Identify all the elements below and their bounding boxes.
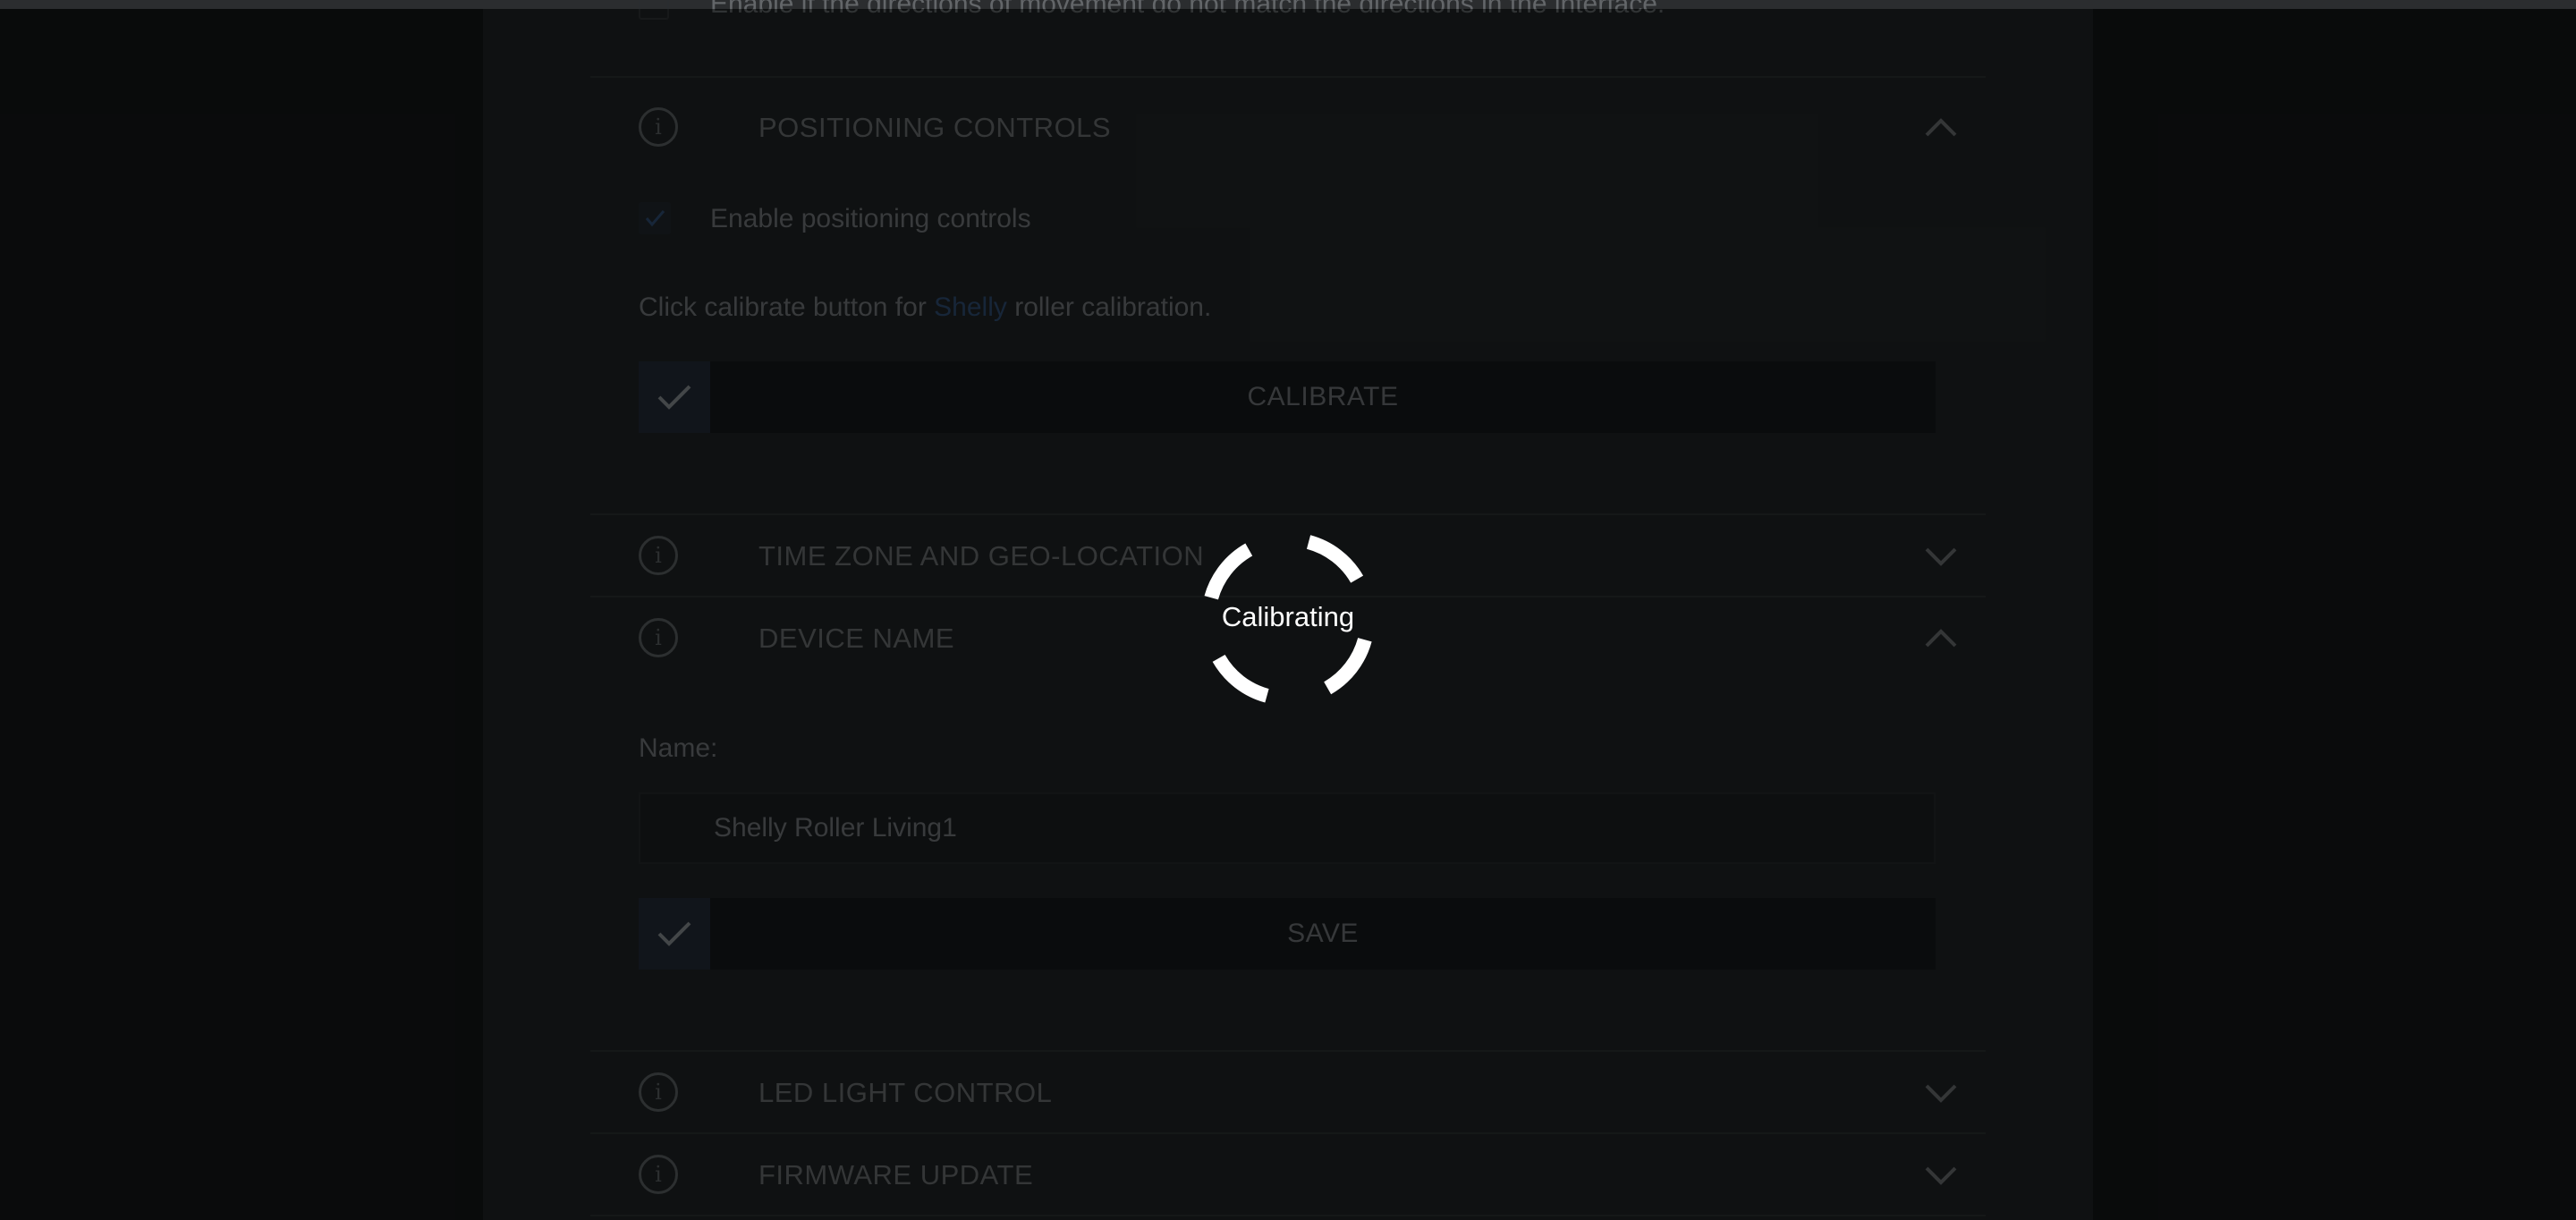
section-title: DEVICE NAME [758, 623, 955, 654]
section-title: FIRMWARE UPDATE [758, 1159, 1034, 1190]
chevron-up-icon[interactable] [1923, 114, 1959, 140]
info-circle-icon[interactable]: i [639, 107, 678, 147]
enable-positioning-checkbox[interactable] [639, 202, 671, 234]
section-header-led-light-control[interactable]: i LED LIGHT CONTROL [590, 1052, 1986, 1132]
section-title: POSITIONING CONTROLS [758, 112, 1112, 143]
shelly-link[interactable]: Shelly [934, 292, 1007, 322]
section-title: TIME ZONE AND GEO-LOCATION [758, 540, 1205, 572]
save-check-box [639, 898, 710, 970]
calibrate-button-label: CALIBRATE [1247, 382, 1399, 411]
checkmark-icon [645, 210, 665, 227]
divider [590, 76, 1986, 78]
info-circle-icon[interactable]: i [639, 618, 678, 657]
save-button[interactable]: SAVE [639, 898, 1936, 970]
chevron-down-icon[interactable] [1923, 542, 1959, 569]
device-name-input[interactable] [639, 792, 1936, 864]
section-header-positioning-controls[interactable]: i POSITIONING CONTROLS [590, 87, 1986, 167]
section-header-firmware-update[interactable]: i FIRMWARE UPDATE [590, 1134, 1986, 1215]
calibrate-check-box [639, 361, 710, 433]
reverse-directions-row: Enable if the directions of movement do … [590, 0, 1986, 34]
divider [590, 1215, 1986, 1216]
info-circle-icon[interactable]: i [639, 1072, 678, 1112]
info-circle-icon[interactable]: i [639, 1155, 678, 1194]
enable-positioning-label: Enable positioning controls [710, 204, 1031, 233]
name-label: Name: [639, 733, 718, 763]
chevron-up-icon[interactable] [1923, 624, 1959, 651]
checkmark-icon [657, 921, 691, 946]
calibrate-text-before: Click calibrate button for [639, 292, 927, 322]
save-button-label: SAVE [1287, 919, 1359, 948]
reverse-directions-checkbox[interactable] [639, 0, 669, 20]
chevron-down-icon[interactable] [1923, 1079, 1959, 1106]
calibrate-instruction: Click calibrate button for Shelly roller… [639, 292, 1211, 323]
info-circle-icon[interactable]: i [639, 536, 678, 575]
calibrate-text-after: roller calibration. [1014, 292, 1212, 322]
calibrating-spinner: Calibrating [1199, 530, 1377, 708]
reverse-directions-note: Enable if the directions of movement do … [710, 0, 1665, 19]
section-title: LED LIGHT CONTROL [758, 1077, 1053, 1108]
calibrate-button[interactable]: CALIBRATE [639, 361, 1936, 433]
enable-positioning-row[interactable]: Enable positioning controls [590, 197, 1986, 241]
checkmark-icon [657, 385, 691, 410]
calibrating-label: Calibrating [1221, 601, 1355, 632]
chevron-down-icon[interactable] [1923, 1161, 1959, 1188]
